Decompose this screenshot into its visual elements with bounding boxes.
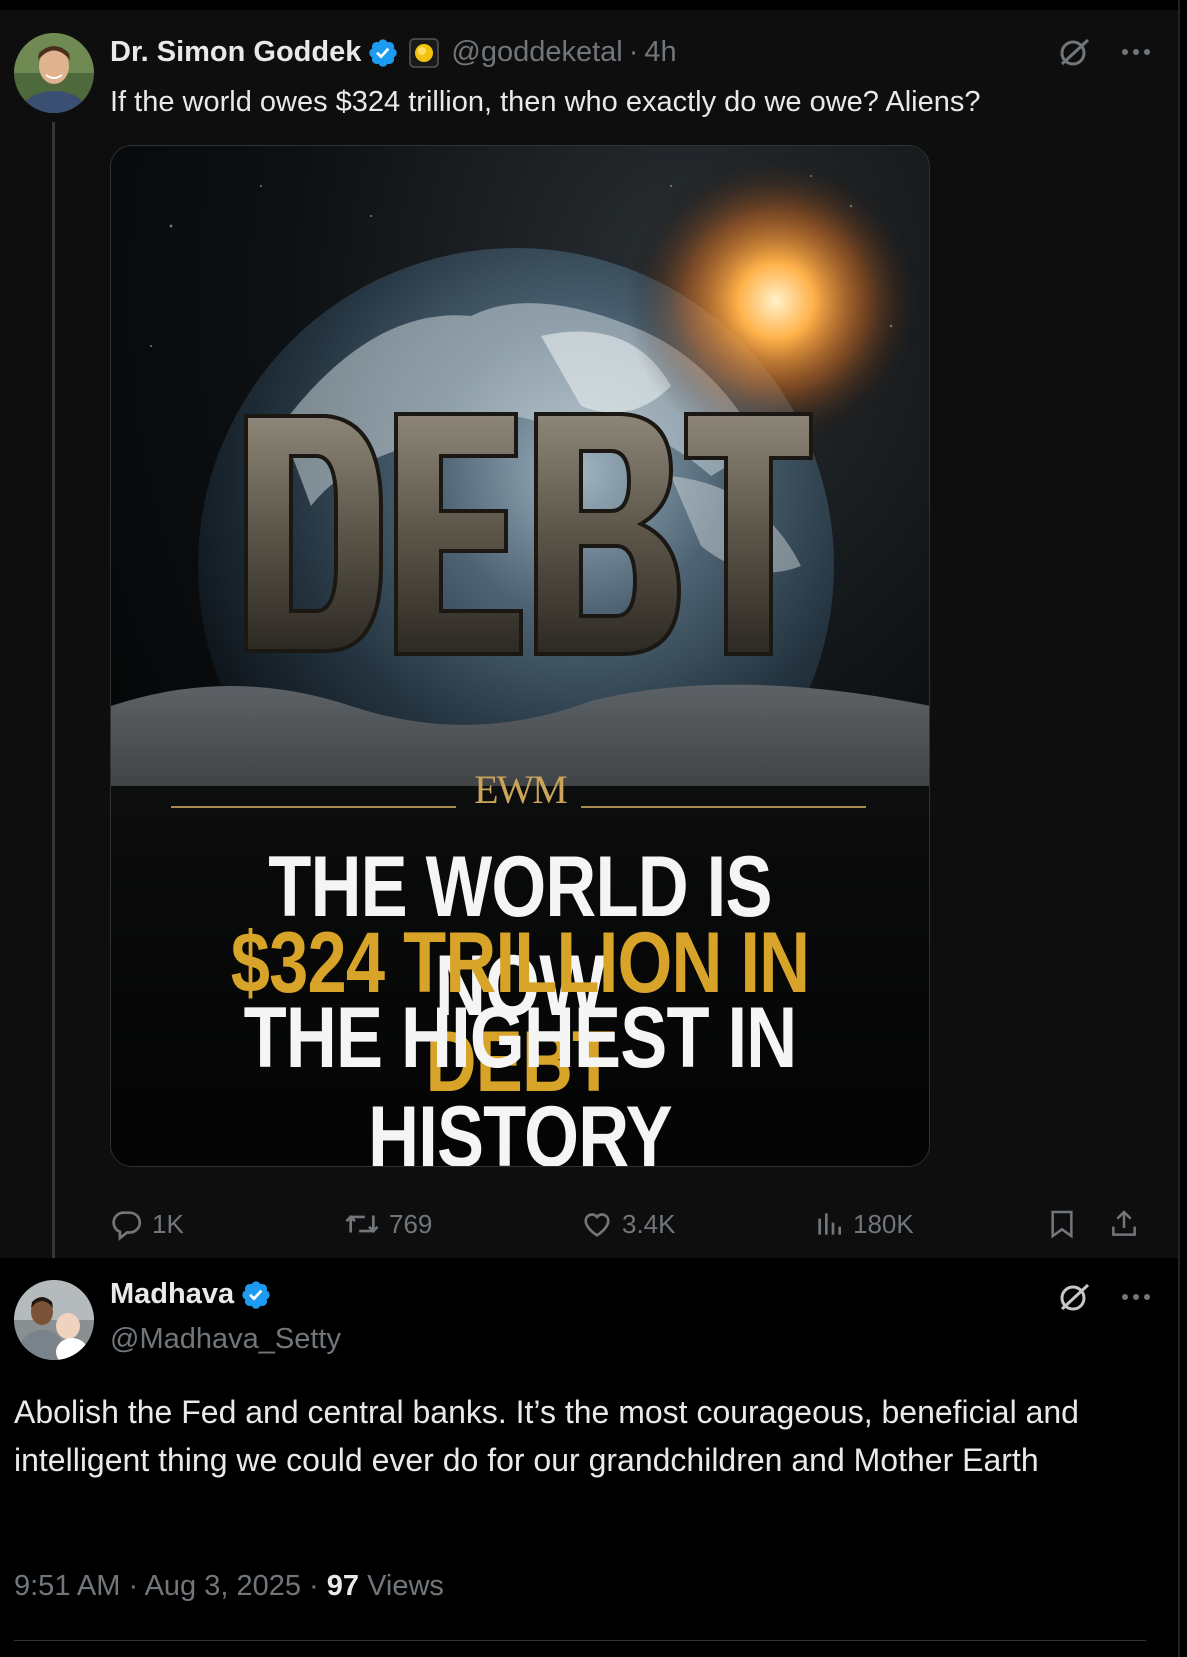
thread-line bbox=[52, 122, 55, 1272]
bookmark-button[interactable] bbox=[1046, 1207, 1078, 1241]
share-icon bbox=[1112, 1210, 1136, 1236]
reply-button[interactable]: 1K bbox=[110, 1207, 184, 1241]
post-time[interactable]: 9:51 AM bbox=[14, 1570, 120, 1602]
display-name[interactable]: Madhava bbox=[110, 1278, 234, 1311]
share-button[interactable] bbox=[1108, 1207, 1140, 1241]
reply-icon bbox=[112, 1211, 142, 1241]
grok-icon[interactable] bbox=[1057, 35, 1091, 69]
views-button[interactable]: 180K bbox=[813, 1207, 914, 1241]
like-count: 3.4K bbox=[622, 1208, 676, 1239]
divider bbox=[14, 1640, 1146, 1641]
reply-tweet[interactable]: Madhava @Madhava_Setty Abolish the Fed a… bbox=[0, 1258, 1178, 1657]
meta-separator: · bbox=[301, 1570, 327, 1602]
tweet-media-image[interactable]: EWM THE WORLD IS NOW $324 TRILLION IN DE… bbox=[110, 145, 930, 1167]
views-count: 97 bbox=[326, 1570, 360, 1602]
separator-dot: · bbox=[628, 36, 639, 68]
timeline-column: Dr. Simon Goddek @goddeketal · 4h If the… bbox=[0, 0, 1178, 1657]
post-date[interactable]: Aug 3, 2025 bbox=[145, 1570, 301, 1602]
repost-icon bbox=[345, 1215, 379, 1233]
repost-count: 769 bbox=[389, 1208, 433, 1239]
like-button[interactable]: 3.4K bbox=[580, 1207, 676, 1241]
meta-separator: · bbox=[120, 1570, 145, 1602]
tweet-meta: 9:51 AM · Aug 3, 2025 · 97 Views bbox=[14, 1570, 444, 1603]
views-label: Views bbox=[359, 1570, 444, 1602]
tweet-text: If the world owes $324 trillion, then wh… bbox=[110, 86, 981, 118]
handle[interactable]: @Madhava_Setty bbox=[110, 1323, 341, 1356]
like-icon bbox=[584, 1213, 610, 1237]
media-rule-left bbox=[171, 806, 456, 808]
media-rule-right bbox=[581, 806, 866, 808]
tweet-text: Abolish the Fed and central banks. It’s … bbox=[14, 1394, 1079, 1478]
parent-tweet[interactable]: Dr. Simon Goddek @goddeketal · 4h If the… bbox=[0, 10, 1178, 1272]
tweet-corner-actions bbox=[1057, 1280, 1151, 1314]
views-icon bbox=[818, 1213, 841, 1235]
display-name[interactable]: Dr. Simon Goddek bbox=[110, 36, 361, 69]
media-headline-line3: THE HIGHEST IN HISTORY bbox=[243, 990, 798, 1167]
reply-count: 1K bbox=[152, 1208, 184, 1239]
affiliation-badge-icon[interactable] bbox=[409, 37, 440, 68]
views-count: 180K bbox=[853, 1208, 914, 1239]
scroll-gutter bbox=[1180, 0, 1187, 1657]
grok-icon[interactable] bbox=[1057, 1280, 1091, 1314]
more-icon[interactable] bbox=[1121, 1293, 1151, 1301]
more-icon[interactable] bbox=[1121, 48, 1151, 56]
repost-button[interactable]: 769 bbox=[343, 1207, 432, 1241]
handle[interactable]: @goddeketal bbox=[451, 36, 622, 69]
tweet-corner-actions bbox=[1057, 35, 1151, 69]
tweet-actions: 1K 769 3.4K 180K bbox=[108, 1207, 1148, 1247]
verified-badge-icon bbox=[242, 1280, 270, 1309]
avatar[interactable] bbox=[14, 1280, 94, 1360]
tweet-header: Dr. Simon Goddek @goddeketal · 4h bbox=[110, 36, 677, 69]
timestamp[interactable]: 4h bbox=[644, 36, 676, 69]
verified-badge-icon bbox=[369, 38, 398, 67]
bookmark-icon bbox=[1051, 1210, 1073, 1239]
avatar[interactable] bbox=[14, 33, 94, 113]
reply-header: Madhava bbox=[110, 1278, 272, 1311]
